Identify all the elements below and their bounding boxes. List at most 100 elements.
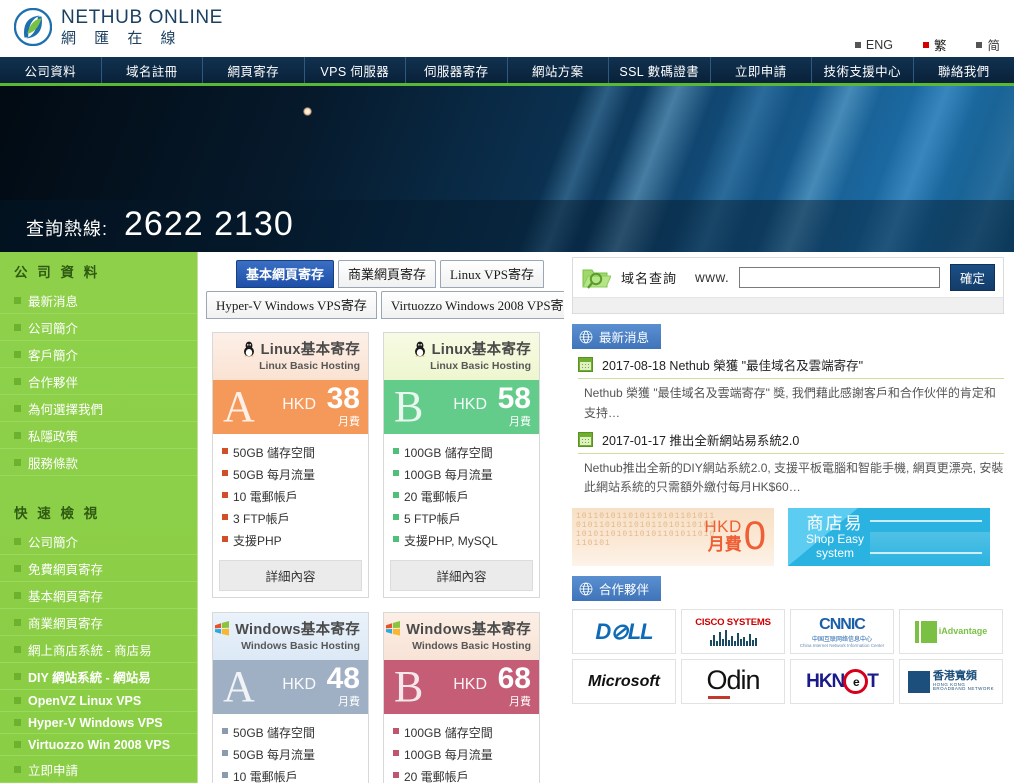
bullet-square-icon [14, 404, 21, 412]
main-content-column: 基本網頁寄存 商業網頁寄存 Linux VPS寄存 Hyper-V Window… [198, 252, 587, 783]
partner-logo-iadvantage[interactable]: iAdvantage [899, 609, 1003, 655]
sidebar-item-qv-business-hosting[interactable]: 商業網頁寄存 [0, 609, 197, 636]
odin-logo-icon: Odin [706, 665, 761, 699]
bullet-square-icon [393, 447, 399, 454]
partner-logo-cisco[interactable]: CISCO SYSTEMS [681, 609, 785, 655]
sidebar-item-partners[interactable]: 合作夥伴 [0, 368, 197, 395]
plan-card-linux-a[interactable]: Linux基本寄存 Linux Basic Hosting A HKD 38 月… [212, 332, 369, 598]
news-item-title-row[interactable]: 2017-08-18 Nethub 榮獲 "最佳域名及雲端寄存" [578, 355, 1004, 379]
partner-logo-microsoft[interactable]: Microsoft [572, 659, 676, 705]
language-option-trad[interactable]: 繁 [922, 35, 946, 54]
plan-os-title: Linux基本寄存 [384, 338, 531, 359]
plan-os-name: Linux基本寄存 [431, 342, 531, 358]
iadvantage-box-graphic [920, 620, 937, 643]
language-option-simp[interactable]: 简 [976, 35, 1000, 54]
bullet-square-icon [14, 765, 21, 773]
hotline-number: 2622 2130 [124, 205, 294, 243]
language-option-eng[interactable]: ENG [854, 38, 893, 52]
sidebar-item-clients[interactable]: 客戶簡介 [0, 341, 197, 368]
plan-card-windows-a[interactable]: Windows基本寄存 Windows Basic Hosting A HKD … [212, 612, 369, 783]
bullet-square-icon [14, 591, 21, 599]
news-item-body: Nethub 榮獲 "最佳域名及雲端寄存" 獎, 我們藉此感謝客戶和合作伙伴的肯… [584, 386, 996, 420]
sidebar-item-label: 私隱政策 [28, 429, 79, 444]
plan-os-title: Windows基本寄存 [384, 618, 531, 639]
sidebar-item-privacy[interactable]: 私隱政策 [0, 422, 197, 449]
bullet-square-icon [393, 491, 399, 498]
nav-item-webhosting[interactable]: 網頁寄存 [203, 57, 305, 83]
plan-feature: 100GB 儲存空間 [393, 441, 533, 463]
plan-card-windows-b[interactable]: Windows基本寄存 Windows Basic Hosting B HKD … [383, 612, 540, 783]
plan-feature-text: 10 電郵帳戶 [233, 769, 298, 783]
sidebar-item-qv-shop-easy[interactable]: 網上商店系統 - 商店易 [0, 636, 197, 663]
domain-search-input[interactable] [739, 267, 940, 288]
plan-feature-text: 100GB 每月流量 [404, 467, 493, 482]
sidebar-item-qv-about[interactable]: 公司簡介 [0, 528, 197, 555]
nav-item-server-hosting[interactable]: 伺服器寄存 [406, 57, 508, 83]
plan-amount: 38 [326, 382, 360, 415]
sidebar-item-qv-openvz[interactable]: OpenVZ Linux VPS [0, 690, 197, 712]
plan-details-button[interactable]: 詳細內容 [390, 560, 533, 591]
tab-linux-vps[interactable]: Linux VPS寄存 [440, 260, 544, 288]
plan-feature: 100GB 每月流量 [393, 463, 533, 485]
dell-logo-icon: D⊘LL [595, 618, 653, 644]
bullet-square-icon [222, 727, 228, 734]
plan-card-linux-b[interactable]: Linux基本寄存 Linux Basic Hosting B HKD 58 月… [383, 332, 540, 598]
nav-item-website-plan[interactable]: 網站方案 [508, 57, 609, 83]
partner-logo-hknet[interactable]: HKN e T [790, 659, 894, 705]
sidebar-item-terms[interactable]: 服務條款 [0, 449, 197, 476]
bullet-square-icon [14, 323, 21, 331]
sidebar-item-qv-free-hosting[interactable]: 免費網頁寄存 [0, 555, 197, 582]
promo-banner-free-hosting[interactable]: 1011010110101101011010110101101011010110… [572, 508, 774, 567]
promo-price-text: HKD 月費 0 [704, 512, 766, 560]
sidebar-item-qv-diy-site[interactable]: DIY 網站系統 - 網站易 [0, 663, 197, 690]
partner-logo-hkbn[interactable]: 香港寬頻 HONG KONG BROADBAND NETWORK [899, 659, 1003, 705]
nav-item-ssl[interactable]: SSL 數碼證書 [609, 57, 711, 83]
domain-search-row: 域名查詢 www. 確定 [573, 258, 1003, 298]
sidebar-item-qv-basic-hosting[interactable]: 基本網頁寄存 [0, 582, 197, 609]
iadvantage-bar-graphic [914, 620, 919, 643]
nav-item-domain[interactable]: 域名註冊 [102, 57, 203, 83]
bullet-square-icon [14, 564, 21, 572]
tab-virtuozzo-windows-2008-vps[interactable]: Virtuozzo Windows 2008 VPS寄存 [380, 291, 587, 319]
plan-feature-text: 50GB 儲存空間 [233, 725, 316, 740]
sidebar-item-label: 最新消息 [28, 294, 79, 309]
partner-logo-grid: D⊘LL CISCO SYSTEMS CNNIC 中国互联网络信息中心 Chin… [572, 609, 1014, 705]
site-logo[interactable]: NETHUB ONLINE 網 匯 在 線 [14, 8, 223, 46]
plan-period: 月費 [338, 416, 360, 428]
sidebar-item-label: Hyper-V Windows VPS [28, 715, 163, 730]
plan-feature-text: 50GB 每月流量 [233, 467, 316, 482]
plan-os-name: Windows基本寄存 [235, 622, 360, 638]
partner-logo-dell[interactable]: D⊘LL [572, 609, 676, 655]
plan-amount: 58 [497, 382, 531, 415]
nav-item-company[interactable]: 公司資料 [0, 57, 102, 83]
plan-details-button[interactable]: 詳細內容 [219, 560, 362, 591]
news-item-title-row[interactable]: 2017-01-17 推出全新網站易系統2.0 [578, 430, 1004, 454]
nav-item-contact[interactable]: 聯絡我們 [914, 57, 1014, 83]
partner-logo-cnnic[interactable]: CNNIC 中国互联网络信息中心 China Internet Network … [790, 609, 894, 655]
tab-hyperv-windows-vps[interactable]: Hyper-V Windows VPS寄存 [206, 291, 377, 319]
partner-logo-odin[interactable]: Odin [681, 659, 785, 705]
plan-feature: 50GB 儲存空間 [222, 721, 362, 743]
tab-basic-web-hosting[interactable]: 基本網頁寄存 [236, 260, 335, 288]
bullet-square-icon [14, 672, 21, 680]
domain-search-submit-button[interactable]: 確定 [949, 264, 995, 291]
sidebar-item-about[interactable]: 公司簡介 [0, 314, 197, 341]
sidebar-item-qv-hyperv[interactable]: Hyper-V Windows VPS [0, 712, 197, 734]
sidebar-item-news[interactable]: 最新消息 [0, 287, 197, 314]
promo-shop-easy-text: 商店易 Shop Easy system [806, 514, 864, 560]
cisco-systems-logo-icon: CISCO SYSTEMS [695, 617, 771, 647]
sidebar-item-label: 免費網頁寄存 [28, 562, 104, 577]
hknet-logo-icon: HKN e T [806, 669, 879, 695]
sidebar-item-qv-virtuozzo[interactable]: Virtuozzo Win 2008 VPS [0, 734, 197, 756]
bullet-square-icon [393, 513, 399, 520]
nav-item-vps[interactable]: VPS 伺服器 [305, 57, 406, 83]
hkbn-square-graphic [907, 670, 930, 693]
plan-feature-text: 10 電郵帳戶 [233, 489, 298, 504]
tab-business-web-hosting[interactable]: 商業網頁寄存 [338, 260, 437, 288]
nav-item-apply[interactable]: 立即申請 [711, 57, 812, 83]
promo-banner-shop-easy[interactable]: 商店易 Shop Easy system [788, 508, 990, 567]
nav-item-support[interactable]: 技術支援中心 [812, 57, 914, 83]
sidebar-item-why-us[interactable]: 為何選擇我們 [0, 395, 197, 422]
sidebar-item-qv-apply[interactable]: 立即申請 [0, 756, 197, 783]
